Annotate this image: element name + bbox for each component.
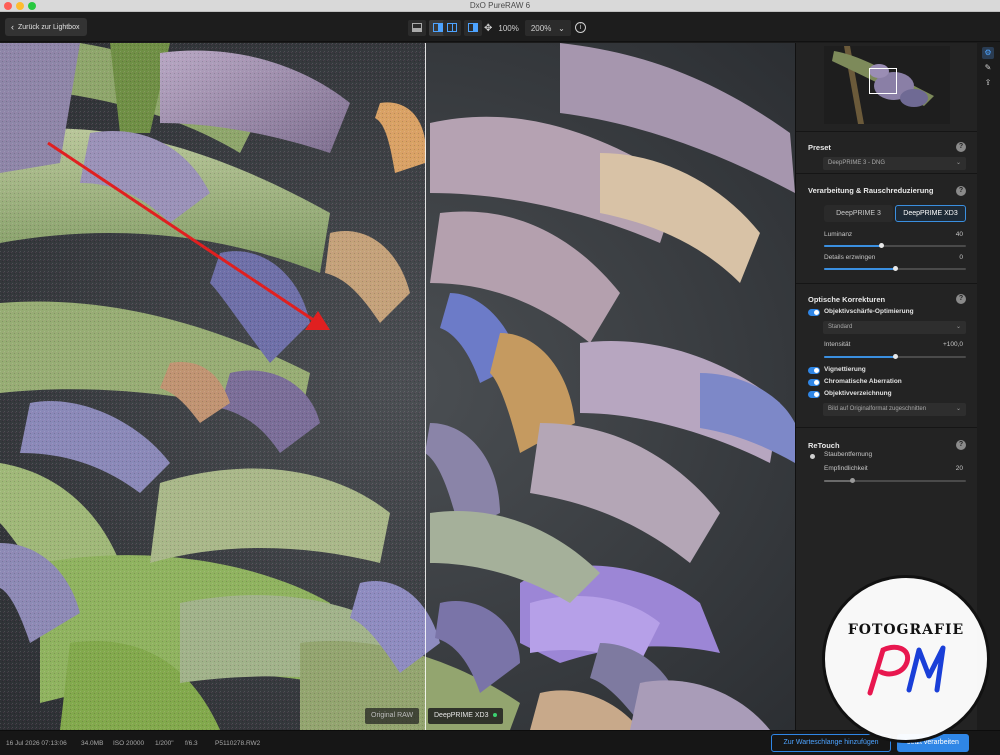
navigator-thumbnail[interactable] xyxy=(824,46,950,124)
sharpness-mode-value: Standard xyxy=(828,324,853,330)
image-viewer[interactable]: Original RAW DeepPRIME XD3 xyxy=(0,43,795,730)
single-view-icon xyxy=(412,23,422,32)
chevron-down-icon: ⌄ xyxy=(558,23,565,33)
retouch-help-icon[interactable]: ? xyxy=(956,440,966,450)
photo-lavender-macro xyxy=(0,43,795,730)
shutter-speed: 1/200" xyxy=(155,740,174,747)
luminance-slider[interactable] xyxy=(824,243,966,248)
zoom-fit-button[interactable]: 100% xyxy=(498,24,518,33)
export-icon[interactable]: ⇪ xyxy=(982,77,994,89)
dual-view-icon xyxy=(468,23,478,32)
toolbar: ‹ Zurück zur Lightbox ✥ 100% 200% ⌄ i xyxy=(0,12,1000,42)
luminance-value: 40 xyxy=(955,231,963,238)
dust-removal-label: Staubentfernung xyxy=(824,451,873,458)
details-label: Details erzwingen xyxy=(824,254,876,261)
move-icon[interactable]: ✥ xyxy=(484,23,492,34)
sharpness-mode-select[interactable]: Standard ⌄ xyxy=(823,321,966,334)
file-size: 34.0MB xyxy=(81,740,104,747)
denoise-mode-toggle: DeepPRIME 3 DeepPRIME XD3 xyxy=(824,205,966,222)
processing-help-icon[interactable]: ? xyxy=(956,186,966,196)
sensitivity-label: Empfindlichkeit xyxy=(824,465,868,472)
sensitivity-slider-fill xyxy=(824,480,853,482)
split-view-icon xyxy=(447,23,457,32)
processing-section: Verarbeitung & Rauschreduzierung ? xyxy=(796,173,978,283)
dust-removal-toggle[interactable] xyxy=(810,454,815,459)
brush-icon[interactable]: ✎ xyxy=(982,62,994,74)
active-dot-icon xyxy=(493,713,498,718)
preset-title: Preset xyxy=(808,143,831,152)
chevron-down-icon: ⌄ xyxy=(955,406,961,412)
chevron-left-icon: ‹ xyxy=(11,21,14,32)
intensity-label: Intensität xyxy=(824,341,851,348)
iso-value: ISO 20000 xyxy=(113,740,145,747)
preset-select[interactable]: DeepPRIME 3 - DNG ⌄ xyxy=(823,157,966,170)
distortion-toggle[interactable] xyxy=(808,391,820,398)
file-name: P5110278.RW2 xyxy=(215,740,261,747)
zoom-level-select[interactable]: 200% ⌄ xyxy=(524,20,571,36)
vignetting-toggle[interactable] xyxy=(808,367,820,374)
processing-title: Verarbeitung & Rauschreduzierung xyxy=(808,186,934,195)
split-view-button[interactable] xyxy=(443,20,461,36)
chromatic-aberration-toggle[interactable] xyxy=(808,379,820,386)
chevron-down-icon: ⌄ xyxy=(955,160,961,166)
preset-help-icon[interactable]: ? xyxy=(956,142,966,152)
window-title: DxO PureRAW 6 xyxy=(469,1,531,10)
retouch-title: ReTouch xyxy=(808,441,840,450)
distortion-label: Objektivverzeichnung xyxy=(824,390,892,397)
side-by-side-icon xyxy=(433,23,443,32)
sensitivity-slider[interactable] xyxy=(824,478,966,483)
info-icon[interactable]: i xyxy=(575,22,586,33)
luminance-label: Luminanz xyxy=(824,231,853,238)
luminance-slider-fill xyxy=(824,245,881,247)
intensity-value: +100,0 xyxy=(942,341,963,348)
zoom-controls: ✥ 100% 200% ⌄ xyxy=(484,20,571,36)
navigator-viewport-box[interactable] xyxy=(869,68,897,94)
chromatic-aberration-label: Chromatische Aberration xyxy=(824,378,902,385)
view-mode-group xyxy=(408,20,447,36)
compare-mode-group xyxy=(443,20,482,36)
optics-help-icon[interactable]: ? xyxy=(956,294,966,304)
processed-label-text: DeepPRIME XD3 xyxy=(434,712,489,719)
details-value: 0 xyxy=(959,254,963,261)
chevron-down-icon: ⌄ xyxy=(955,324,961,330)
luminance-slider-knob[interactable] xyxy=(878,243,884,248)
aperture: f/6.3 xyxy=(185,740,198,747)
deepprime3-option[interactable]: DeepPRIME 3 xyxy=(824,205,893,222)
back-to-lightbox-label: Zurück zur Lightbox xyxy=(18,23,80,31)
sensitivity-value: 20 xyxy=(955,465,963,472)
processed-label: DeepPRIME XD3 xyxy=(428,708,504,724)
details-slider[interactable] xyxy=(824,266,966,271)
single-view-button[interactable] xyxy=(408,20,426,36)
optics-title: Optische Korrekturen xyxy=(808,295,886,304)
intensity-slider-fill xyxy=(824,356,895,358)
preset-section: Preset ? DeepPRIME 3 - DNG ⌄ xyxy=(796,131,978,173)
original-raw-label: Original RAW xyxy=(365,708,420,724)
window-titlebar: DxO PureRAW 6 xyxy=(0,0,1000,12)
capture-date: 16 Jul 2026 07:13:06 xyxy=(6,740,67,747)
zoom-level-value: 200% xyxy=(530,23,552,33)
distortion-mode-value: Bild auf Originalformat zugeschnitten xyxy=(828,406,927,412)
settings-sliders-icon[interactable]: ⚙ xyxy=(982,47,994,59)
sharpness-label: Objektivschärfe-Optimierung xyxy=(824,308,914,315)
split-divider-handle[interactable] xyxy=(425,43,426,730)
details-slider-knob[interactable] xyxy=(893,266,898,271)
intensity-slider-knob[interactable] xyxy=(893,354,898,359)
back-to-lightbox-button[interactable]: ‹ Zurück zur Lightbox xyxy=(5,18,88,36)
intensity-slider[interactable] xyxy=(824,354,966,359)
pm-monogram-logo xyxy=(867,644,946,696)
deepprime-xd3-option[interactable]: DeepPRIME XD3 xyxy=(895,205,966,222)
retouch-section: ReTouch ? xyxy=(796,427,978,497)
details-slider-fill xyxy=(824,268,895,270)
preset-value: DeepPRIME 3 - DNG xyxy=(828,160,886,166)
distortion-mode-select[interactable]: Bild auf Originalformat zugeschnitten ⌄ xyxy=(823,403,966,416)
sharpness-toggle[interactable] xyxy=(808,309,820,316)
fotografie-pm-watermark: FOTOGRAFIE xyxy=(822,575,990,743)
vignetting-label: Vignettierung xyxy=(824,366,866,373)
dual-view-button[interactable] xyxy=(464,20,482,36)
